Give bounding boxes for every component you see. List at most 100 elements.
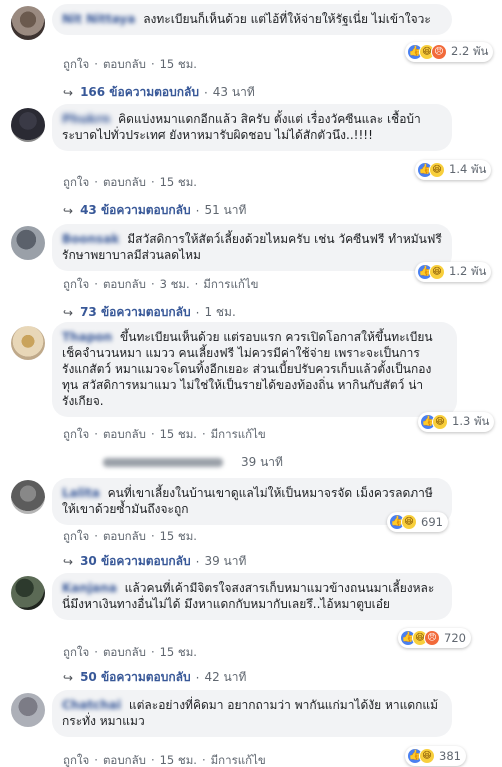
replies-count[interactable]: 50 ข้อความตอบกลับ: [80, 668, 191, 687]
reaction-count: 381: [439, 749, 461, 763]
comment-text: แล้วคนที่เค้ามีจิตรใจสงสารเก็บหมาแมวข้าง…: [62, 581, 435, 611]
angry-reaction-icon: 😠: [431, 44, 447, 60]
comment-bubble: Nit Nittaya ลงทะเบียนก็เห็นด้วย แต่ไอ้ที…: [52, 4, 452, 35]
edited-label[interactable]: มีการแก้ไข: [211, 753, 266, 767]
comment-bubble: Phukrn คิดแบ่งหมาแดกอีกแล้ว สิครับ ตั้งแ…: [52, 104, 452, 151]
reply-arrow-icon: ↪: [63, 670, 74, 685]
replies-time: 43 นาที: [212, 85, 255, 99]
comment-actions: ถูกใจ · ตอบกลับ · 15 ชม.: [63, 175, 197, 189]
reply-link[interactable]: ตอบกลับ: [103, 529, 146, 543]
commenter-name[interactable]: Nit Nittaya: [62, 11, 135, 27]
reply-arrow-icon: ↪: [63, 305, 74, 320]
avatar[interactable]: [11, 326, 45, 360]
reaction-count: 691: [421, 515, 443, 529]
replies-count[interactable]: 73 ข้อความตอบกลับ: [80, 303, 191, 322]
comment-text: คนที่เขาเลี้ยงในบ้านเขาดูแลไม่ให้เป็นหมา…: [62, 486, 433, 516]
reaction-summary[interactable]: 👍 😆 1.3 พัน: [418, 412, 495, 432]
haha-reaction-icon: 😆: [419, 748, 435, 764]
haha-reaction-icon: 😆: [429, 264, 445, 280]
view-replies[interactable]: ↪ 30 ข้อความตอบกลับ · 39 นาที: [63, 552, 246, 571]
like-link[interactable]: ถูกใจ: [63, 753, 89, 767]
reaction-summary[interactable]: 👍 😆 381: [405, 746, 466, 766]
comment-bubble: Chatchai แต่ละอย่างที่คิดมา อยากถามว่า พ…: [52, 690, 452, 737]
view-replies[interactable]: ↪ 43 ข้อความตอบกลับ · 51 นาที: [63, 201, 246, 220]
avatar[interactable]: [11, 6, 45, 40]
like-link[interactable]: ถูกใจ: [63, 57, 89, 71]
comment-text: ขึ้นทะเบียนเห็นด้วย แต่รอบแรก ควรเปิดโอก…: [62, 330, 433, 408]
comment-text: ลงทะเบียนก็เห็นด้วย แต่ไอ้ที่ให้จ่ายให้ร…: [143, 12, 431, 26]
reaction-count: 720: [444, 631, 466, 645]
comment-actions: ถูกใจ · ตอบกลับ · 15 ชม.: [63, 529, 197, 543]
commenter-name[interactable]: Kanjana: [62, 580, 117, 596]
comment-bubble: Boonsak มีสวัสดิการให้สัตว์เลี้ยงด้วยไหม…: [52, 224, 452, 271]
haha-reaction-icon: 😆: [429, 162, 445, 178]
replies-time: 51 นาที: [204, 203, 247, 217]
like-link[interactable]: ถูกใจ: [63, 529, 89, 543]
like-link[interactable]: ถูกใจ: [63, 645, 89, 659]
angry-reaction-icon: 😠: [424, 630, 440, 646]
blurred-replies-label: [103, 458, 223, 467]
haha-reaction-icon: 😆: [432, 414, 448, 430]
replies-time: 39 นาที: [204, 554, 247, 568]
avatar[interactable]: [11, 480, 45, 514]
reaction-count: 1.3 พัน: [452, 414, 490, 428]
comment-actions: ถูกใจ · ตอบกลับ · 15 ชม.: [63, 645, 197, 659]
reply-arrow-icon: ↪: [63, 203, 74, 218]
edited-label[interactable]: มีการแก้ไข: [203, 277, 258, 291]
timestamp[interactable]: 15 ชม.: [160, 645, 197, 659]
comment-bubble: Thapon ขึ้นทะเบียนเห็นด้วย แต่รอบแรก ควร…: [52, 322, 457, 417]
reaction-count: 1.2 พัน: [449, 264, 487, 278]
haha-reaction-icon: 😆: [401, 514, 417, 530]
replies-time: 39 นาที: [241, 455, 283, 469]
comment-actions: ถูกใจ · ตอบกลับ · 15 ชม.: [63, 57, 197, 71]
edited-label[interactable]: มีการแก้ไข: [211, 427, 266, 441]
reaction-summary[interactable]: 👍 😆 😠 2.2 พัน: [405, 42, 494, 62]
reaction-summary[interactable]: 👍 😆 1.2 พัน: [415, 262, 492, 282]
avatar[interactable]: [11, 576, 45, 610]
reply-arrow-icon: ↪: [63, 85, 74, 100]
like-link[interactable]: ถูกใจ: [63, 175, 89, 189]
replies-time: 42 นาที: [204, 670, 247, 684]
timestamp[interactable]: 15 ชม.: [160, 753, 197, 767]
view-replies[interactable]: 39 นาที: [63, 453, 283, 472]
timestamp[interactable]: 3 ชม.: [160, 277, 190, 291]
reaction-summary[interactable]: 👍 😆 1.4 พัน: [415, 160, 492, 180]
reply-link[interactable]: ตอบกลับ: [103, 753, 146, 767]
commenter-name[interactable]: Thapon: [62, 329, 112, 345]
comment-actions: ถูกใจ · ตอบกลับ · 3 ชม. · มีการแก้ไข: [63, 277, 259, 291]
like-link[interactable]: ถูกใจ: [63, 427, 89, 441]
timestamp[interactable]: 15 ชม.: [160, 427, 197, 441]
reply-arrow-icon: ↪: [63, 554, 74, 569]
timestamp[interactable]: 15 ชม.: [160, 57, 197, 71]
timestamp[interactable]: 15 ชม.: [160, 175, 197, 189]
view-replies[interactable]: ↪ 166 ข้อความตอบกลับ · 43 นาที: [63, 83, 255, 102]
replies-count[interactable]: 166 ข้อความตอบกลับ: [80, 83, 199, 102]
reaction-count: 1.4 พัน: [449, 162, 487, 176]
timestamp[interactable]: 15 ชม.: [160, 529, 197, 543]
reply-link[interactable]: ตอบกลับ: [103, 175, 146, 189]
commenter-name[interactable]: Boonsak: [62, 231, 119, 247]
reply-link[interactable]: ตอบกลับ: [103, 427, 146, 441]
commenter-name[interactable]: Phukrn: [62, 111, 110, 127]
commenter-name[interactable]: Lalita: [62, 485, 100, 501]
reply-link[interactable]: ตอบกลับ: [103, 57, 146, 71]
reaction-summary[interactable]: 👍 😆 691: [387, 512, 448, 532]
comment-actions: ถูกใจ · ตอบกลับ · 15 ชม. · มีการแก้ไข: [63, 427, 266, 441]
replies-count[interactable]: 43 ข้อความตอบกลับ: [80, 201, 191, 220]
view-replies[interactable]: ↪ 73 ข้อความตอบกลับ · 1 ชม.: [63, 303, 236, 322]
commenter-name[interactable]: Chatchai: [62, 697, 121, 713]
reply-link[interactable]: ตอบกลับ: [103, 277, 146, 291]
reaction-summary[interactable]: 👍 😆 😠 720: [398, 628, 471, 648]
avatar[interactable]: [11, 108, 45, 142]
replies-time: 1 ชม.: [204, 305, 236, 319]
comment-text: คิดแบ่งหมาแดกอีกแล้ว สิครับ ตั้งแต่ เรื่…: [62, 112, 421, 142]
like-link[interactable]: ถูกใจ: [63, 277, 89, 291]
reaction-count: 2.2 พัน: [451, 44, 489, 58]
replies-count[interactable]: 30 ข้อความตอบกลับ: [80, 552, 191, 571]
comment-actions: ถูกใจ · ตอบกลับ · 15 ชม. · มีการแก้ไข: [63, 753, 266, 767]
reply-link[interactable]: ตอบกลับ: [103, 645, 146, 659]
comment-bubble: Kanjana แล้วคนที่เค้ามีจิตรใจสงสารเก็บหม…: [52, 573, 452, 620]
avatar[interactable]: [11, 226, 45, 260]
view-replies[interactable]: ↪ 50 ข้อความตอบกลับ · 42 นาที: [63, 668, 246, 687]
avatar[interactable]: [11, 693, 45, 727]
